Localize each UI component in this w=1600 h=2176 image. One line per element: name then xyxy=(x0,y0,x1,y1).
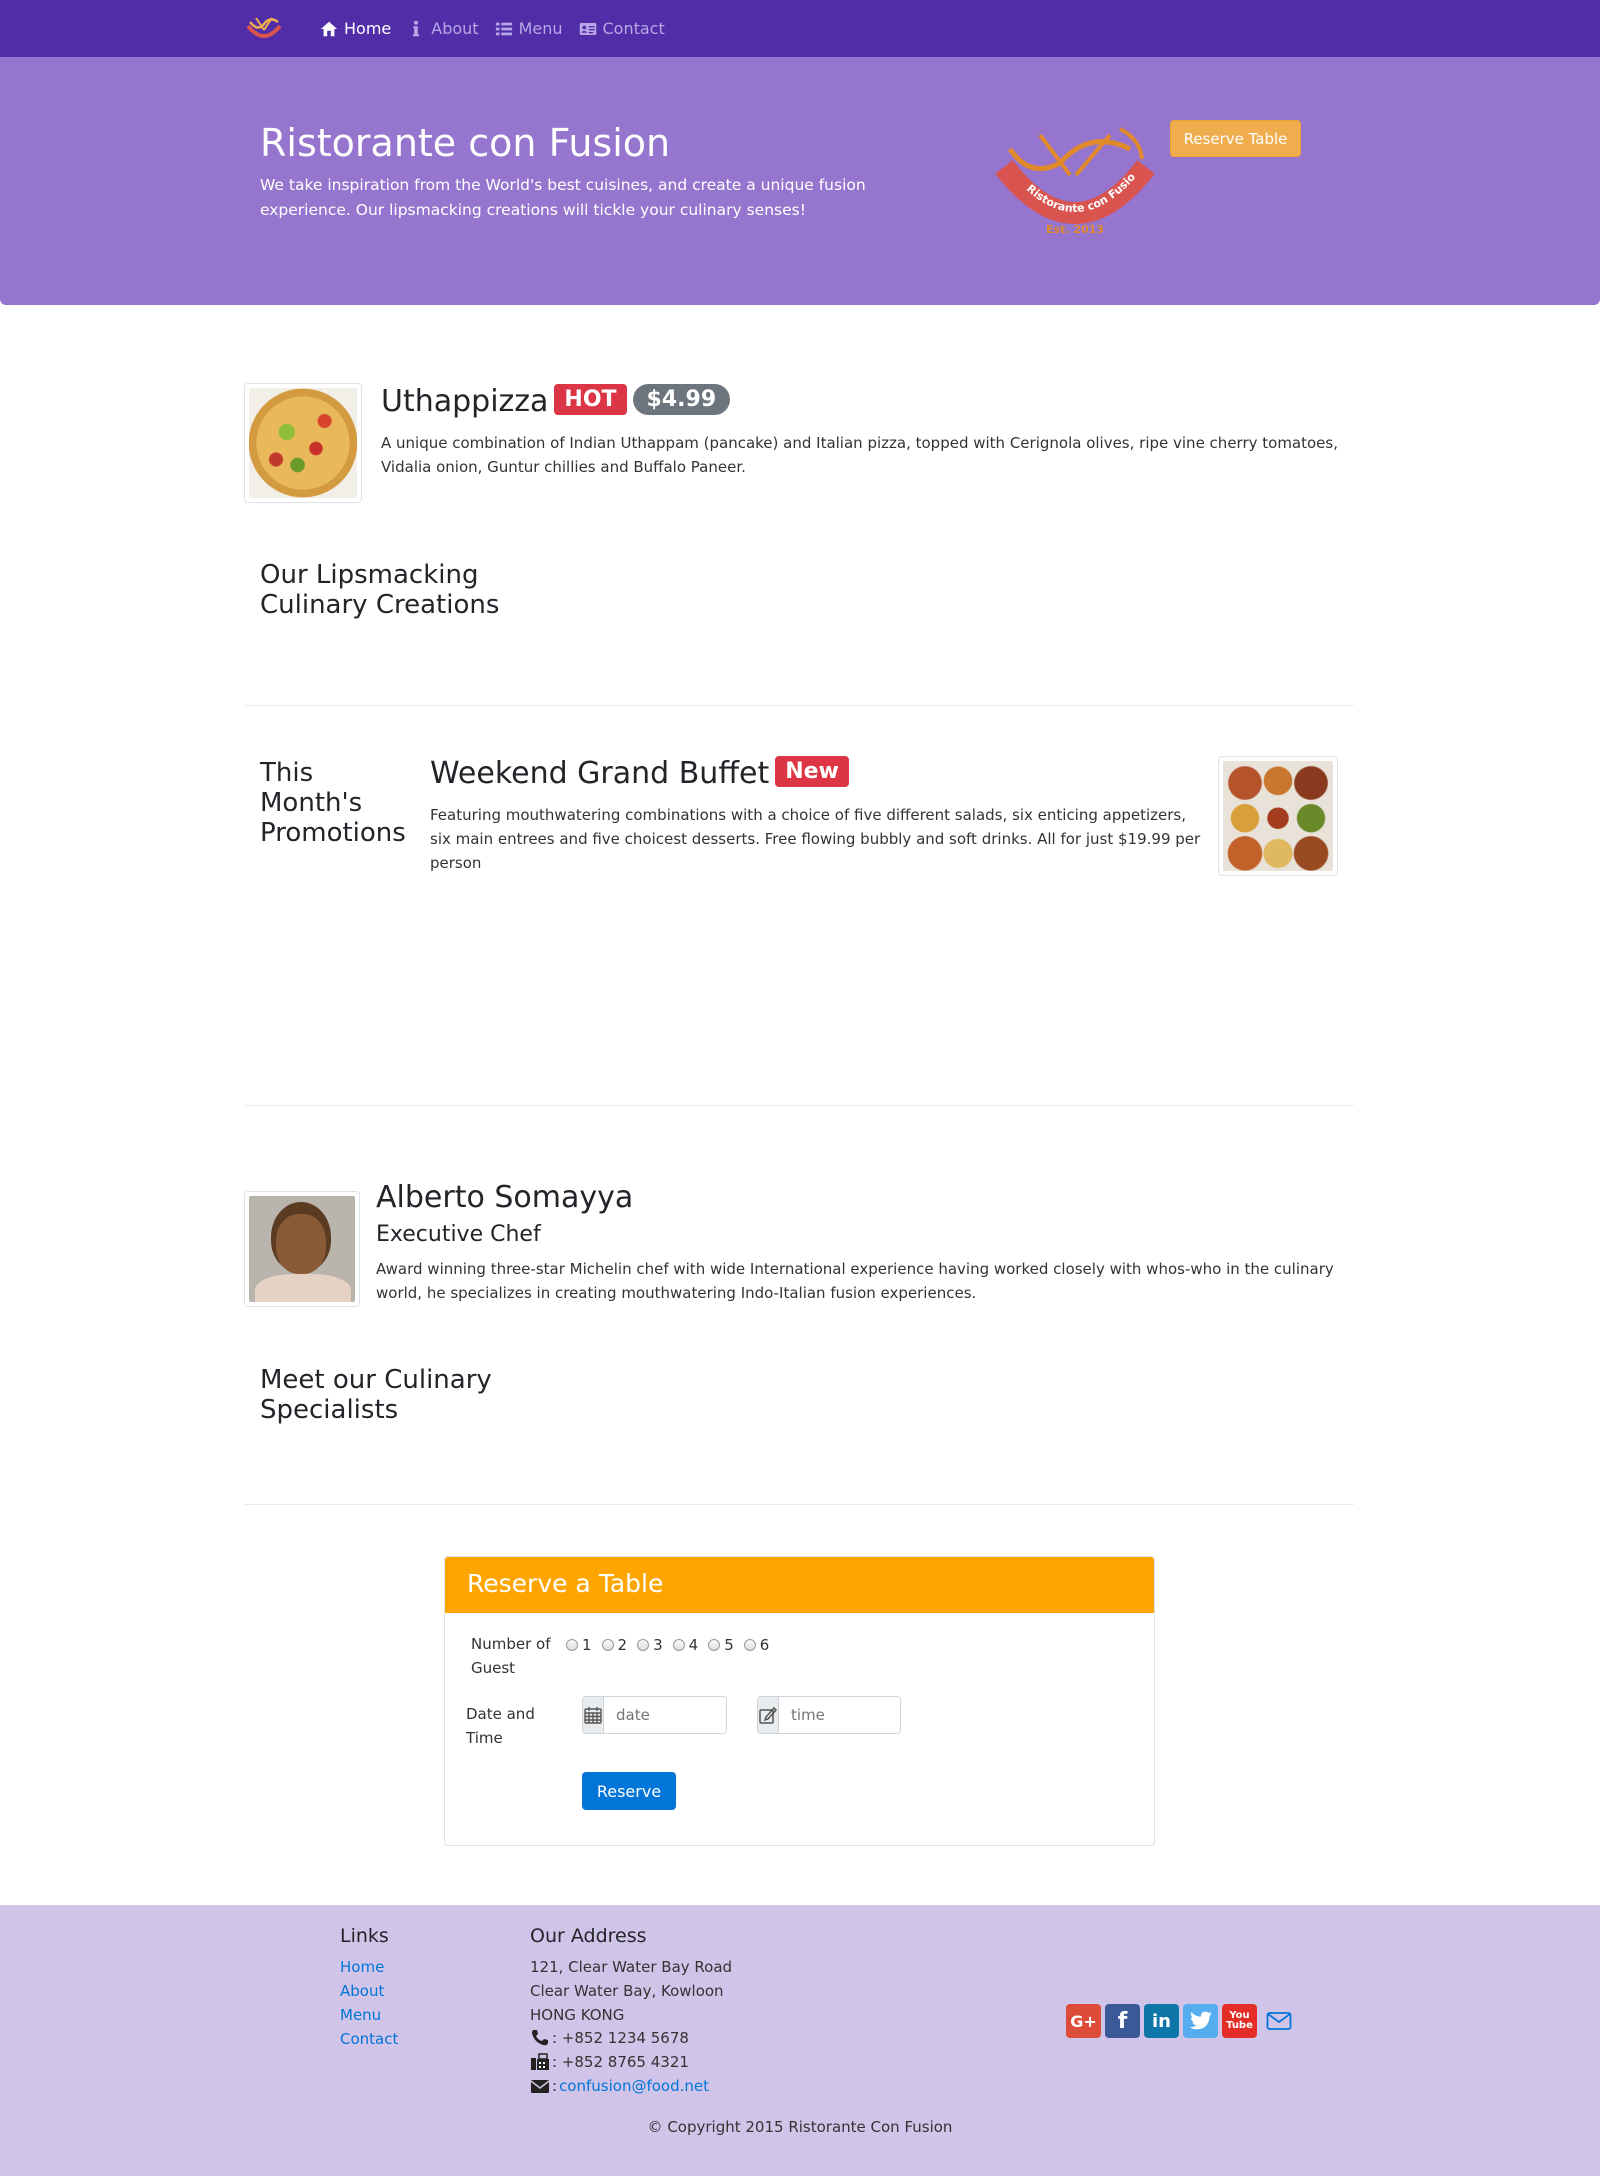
address-card-icon xyxy=(579,22,596,35)
dishes-heading: Our Lipsmacking Culinary Creations xyxy=(260,560,500,620)
social-links: G+ f in You Tube xyxy=(1066,2004,1296,2038)
date-input[interactable] xyxy=(604,1697,726,1733)
leaders-heading: Meet our Culinary Specialists xyxy=(260,1365,492,1425)
restaurant-logo: Ristorante con Fusion Est. 2013 xyxy=(990,119,1155,236)
new-badge: New xyxy=(775,756,849,787)
divider xyxy=(244,705,1354,706)
calendar-icon xyxy=(583,1697,604,1733)
date-input-group xyxy=(582,1696,727,1734)
guests-label: Number of Guest xyxy=(471,1635,551,1677)
guest-radio-group: 1 2 3 4 5 6 xyxy=(566,1636,769,1654)
guest-option-4[interactable]: 4 xyxy=(672,1636,698,1654)
divider xyxy=(244,1504,1354,1505)
edit-icon xyxy=(758,1697,779,1733)
divider xyxy=(244,1105,1354,1106)
nav-menu-label: Menu xyxy=(518,19,563,38)
pizza-image xyxy=(249,388,357,498)
dish-heading: Uthappizza HOT $4.99 xyxy=(381,384,731,419)
radio-button[interactable] xyxy=(672,1639,685,1651)
guest-option-3[interactable]: 3 xyxy=(637,1636,663,1654)
time-input-group xyxy=(757,1696,901,1734)
guest-option-2[interactable]: 2 xyxy=(601,1636,627,1654)
links-heading: Links xyxy=(340,1925,389,1947)
radio-button[interactable] xyxy=(743,1639,756,1651)
envelope-icon xyxy=(530,2080,550,2093)
nav-home[interactable]: Home xyxy=(320,19,391,38)
restaurant-tagline: We take inspiration from the World's bes… xyxy=(260,176,866,219)
guest-option-5[interactable]: 5 xyxy=(708,1636,734,1654)
promotions-heading: This Month's Promotions xyxy=(260,758,406,848)
fax-icon xyxy=(531,2053,549,2070)
reserve-card-header: Reserve a Table xyxy=(445,1557,1154,1613)
list-icon xyxy=(495,22,512,35)
mail-icon[interactable] xyxy=(1261,2004,1296,2038)
promotion-heading: Weekend Grand Buffet New xyxy=(430,756,849,791)
nav-about-label: About xyxy=(431,19,479,38)
time-input[interactable] xyxy=(779,1697,900,1733)
radio-button[interactable] xyxy=(566,1639,578,1651)
nav-about[interactable]: About xyxy=(407,19,479,38)
promotion-description: Featuring mouthwatering combinations wit… xyxy=(430,806,1201,872)
leader-description: Award winning three-star Michelin chef w… xyxy=(376,1260,1334,1302)
reserve-table-button[interactable]: Reserve Table xyxy=(1170,120,1301,157)
promotion-name: Weekend Grand Buffet xyxy=(430,756,770,791)
nav-contact[interactable]: Contact xyxy=(579,19,665,38)
fax-number: : +852 8765 4321 xyxy=(552,2053,689,2071)
footer: Links Home About Menu Contact Our Addres… xyxy=(0,1905,1600,2176)
address-line-1: 121, Clear Water Bay Road xyxy=(530,1958,733,1976)
facebook-icon[interactable]: f xyxy=(1105,2004,1140,2038)
footer-link-home[interactable]: Home xyxy=(340,1958,384,1976)
radio-button[interactable] xyxy=(601,1639,614,1651)
dish-description: A unique combination of Indian Uthappam … xyxy=(381,434,1338,476)
buffet-image xyxy=(1223,761,1333,871)
promotion-image xyxy=(1218,756,1338,876)
nav-contact-label: Contact xyxy=(602,19,665,38)
google-plus-icon[interactable]: G+ xyxy=(1066,2004,1101,2038)
datetime-label: Date and Time xyxy=(466,1705,535,1747)
address-line-2: Clear Water Bay, Kowloon xyxy=(530,1982,724,2000)
dish-name: Uthappizza xyxy=(381,384,549,419)
nav-home-label: Home xyxy=(344,19,392,38)
guest-option-1[interactable]: 1 xyxy=(566,1636,592,1654)
chef-photo xyxy=(249,1196,355,1302)
email-prefix: : xyxy=(552,2077,558,2095)
reserve-title: Reserve a Table xyxy=(467,1569,664,1598)
footer-link-contact[interactable]: Contact xyxy=(340,2030,398,2048)
home-icon xyxy=(320,21,338,36)
svg-text:Est. 2013: Est. 2013 xyxy=(1046,223,1104,236)
navbar: Home About Menu Contact xyxy=(0,0,1600,57)
radio-button[interactable] xyxy=(637,1639,650,1651)
linkedin-icon[interactable]: in xyxy=(1144,2004,1179,2038)
info-icon xyxy=(413,20,420,36)
nav-menu-link[interactable]: Menu xyxy=(495,19,563,38)
footer-link-menu[interactable]: Menu xyxy=(340,2006,381,2024)
guest-option-6[interactable]: 6 xyxy=(743,1636,769,1654)
email-link[interactable]: confusion@food.net xyxy=(559,2077,709,2095)
email-row: : confusion@food.net xyxy=(530,2077,709,2095)
logo-icon[interactable] xyxy=(244,12,284,46)
copyright: © Copyright 2015 Ristorante Con Fusion xyxy=(647,2118,953,2136)
phone-icon xyxy=(532,2030,548,2046)
leader-name: Alberto Somayya xyxy=(376,1180,634,1215)
jumbotron: Ristorante con Fusion We take inspiratio… xyxy=(0,57,1600,305)
restaurant-title: Ristorante con Fusion xyxy=(260,121,671,165)
footer-link-about[interactable]: About xyxy=(340,1982,384,2000)
address-line-3: HONG KONG xyxy=(530,2006,625,2024)
phone-row: : +852 1234 5678 xyxy=(530,2029,689,2047)
hot-badge: HOT xyxy=(554,384,627,415)
nav-menu: Home About Menu Contact xyxy=(320,0,665,57)
address-heading: Our Address xyxy=(530,1925,647,1947)
radio-button[interactable] xyxy=(708,1639,721,1651)
dish-image xyxy=(244,383,362,503)
youtube-icon[interactable]: You Tube xyxy=(1222,2004,1257,2038)
fax-row: : +852 8765 4321 xyxy=(530,2053,689,2071)
leader-designation: Executive Chef xyxy=(376,1222,541,1247)
twitter-icon[interactable] xyxy=(1183,2004,1218,2038)
price-badge: $4.99 xyxy=(632,384,731,415)
phone-number: : +852 1234 5678 xyxy=(552,2029,689,2047)
leader-image xyxy=(244,1191,360,1307)
reserve-button[interactable]: Reserve xyxy=(582,1772,676,1810)
